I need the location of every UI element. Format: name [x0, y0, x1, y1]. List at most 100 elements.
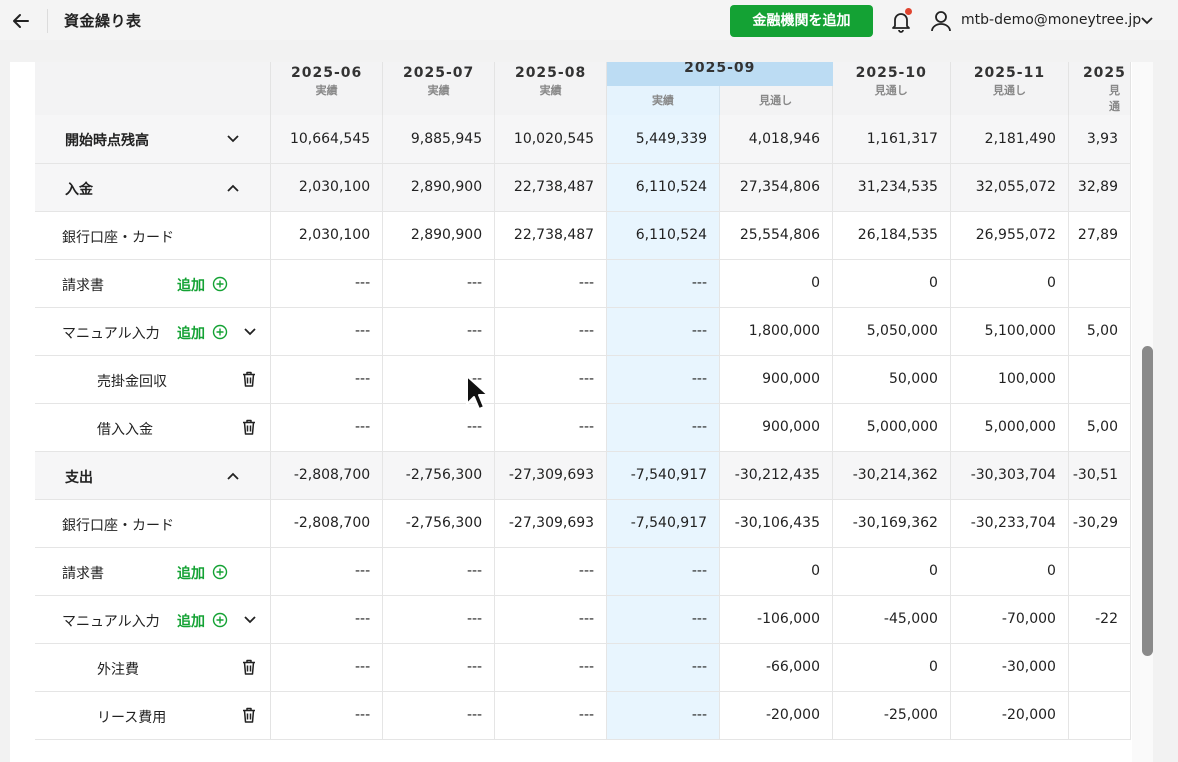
- user-email[interactable]: mtb-demo@moneytree.jp: [961, 12, 1141, 28]
- trash-icon[interactable]: [242, 707, 256, 723]
- value-cell: 2,890,900: [382, 211, 496, 260]
- value-cell: -2,808,700: [270, 499, 384, 548]
- value-cell: ---: [494, 643, 608, 692]
- value-cell: ---: [494, 547, 608, 596]
- plus-circle-icon[interactable]: [212, 564, 228, 580]
- row-label-cell: 銀行口座・カード: [35, 499, 272, 548]
- kind-label: 実績: [427, 84, 450, 97]
- value-cell: ---: [606, 259, 721, 308]
- value-cell: 1,800,000: [719, 307, 833, 356]
- chevron-down-icon[interactable]: [243, 325, 257, 339]
- value-cell: 5,000,000: [950, 403, 1069, 452]
- plus-circle-icon[interactable]: [212, 324, 228, 340]
- cashflow-table-container[interactable]: 2025-06 実績 2025-07 実績 2025-08 実績 2025-09 実績…: [35, 62, 1131, 762]
- value-cell: 0: [719, 259, 833, 308]
- value-cell: 5,449,339: [606, 115, 721, 164]
- value-cell: 27,89: [1068, 211, 1131, 260]
- value-cell: [1068, 355, 1131, 404]
- chevron-down-icon[interactable]: [243, 613, 257, 627]
- add-manual-link[interactable]: 追加: [177, 323, 205, 343]
- current-month-header: 2025-09 実績 見通し: [606, 62, 833, 115]
- header-row: 2025-06 実績 2025-07 実績 2025-08 実績 2025-09 実績…: [35, 62, 1131, 115]
- row-label: 請求書: [62, 565, 104, 582]
- value-cell: ---: [382, 403, 496, 452]
- row-label-cell: 請求書 追加: [35, 259, 272, 308]
- value-cell: -30,214,362: [832, 451, 951, 500]
- month-label: 2025-07: [402, 65, 475, 81]
- value-cell: 22,738,487: [494, 211, 608, 260]
- user-icon[interactable]: [930, 9, 952, 33]
- value-cell: ---: [606, 643, 721, 692]
- kind-label: 実績: [607, 86, 720, 115]
- value-cell: 27,354,806: [719, 163, 833, 212]
- plus-circle-icon[interactable]: [212, 276, 228, 292]
- value-cell: -66,000: [719, 643, 833, 692]
- value-cell: -2,756,300: [382, 499, 496, 548]
- add-invoice-link[interactable]: 追加: [177, 275, 205, 295]
- trash-icon[interactable]: [242, 419, 256, 435]
- add-invoice-link[interactable]: 追加: [177, 563, 205, 583]
- kind-label: 見通し: [874, 84, 908, 97]
- value-cell: -30,233,704: [950, 499, 1069, 548]
- table-row: 売掛金回収 --- --- --- --- 900,000 50,000 100…: [35, 355, 1131, 404]
- value-cell: ---: [382, 691, 496, 740]
- table-row: マニュアル入力 追加 --- --- --- --- -106,000 -45,…: [35, 595, 1131, 644]
- notification-dot: [905, 8, 912, 15]
- month-header: 2025-06 実績: [270, 62, 384, 115]
- value-cell: 2,890,900: [382, 163, 496, 212]
- value-cell: 0: [832, 547, 951, 596]
- trash-icon[interactable]: [242, 371, 256, 387]
- value-cell: ---: [270, 595, 384, 644]
- value-cell: ---: [382, 307, 496, 356]
- value-cell: 1,161,317: [832, 115, 951, 164]
- value-cell: -30,51: [1068, 451, 1131, 500]
- table-row: リース費用 --- --- --- --- -20,000 -25,000 -2…: [35, 691, 1131, 740]
- month-header: 2025-10 見通し: [832, 62, 951, 115]
- month-header: 2025-11 見通し: [950, 62, 1069, 115]
- value-cell: -27,309,693: [494, 499, 608, 548]
- value-cell: ---: [494, 307, 608, 356]
- header-divider: [47, 9, 48, 33]
- row-label: リース費用: [97, 709, 167, 726]
- chevron-up-icon[interactable]: [226, 181, 240, 195]
- table-row: マニュアル入力 追加 --- --- --- --- 1,800,000 5,0…: [35, 307, 1131, 356]
- value-cell: 0: [950, 547, 1069, 596]
- value-cell: 2,030,100: [270, 211, 384, 260]
- table-row: 銀行口座・カード 2,030,100 2,890,900 22,738,487 …: [35, 211, 1131, 260]
- add-bank-button[interactable]: 金融機関を追加: [730, 5, 873, 37]
- row-label-cell: 支出: [35, 451, 272, 500]
- plus-circle-icon[interactable]: [212, 612, 228, 628]
- value-cell: 9,885,945: [382, 115, 496, 164]
- value-cell: ---: [606, 595, 721, 644]
- value-cell: -20,000: [719, 691, 833, 740]
- value-cell: -22: [1068, 595, 1131, 644]
- month-label: 2025-06: [291, 65, 363, 81]
- value-cell: 5,100,000: [950, 307, 1069, 356]
- value-cell: [1068, 259, 1131, 308]
- chevron-down-icon[interactable]: [226, 132, 240, 146]
- value-cell: ---: [606, 547, 721, 596]
- chevron-up-icon[interactable]: [226, 469, 240, 483]
- scrollbar-thumb[interactable]: [1142, 346, 1153, 656]
- value-cell: -7,540,917: [606, 499, 721, 548]
- value-cell: -30,29: [1068, 499, 1131, 548]
- month-label: 2025-11: [973, 65, 1046, 81]
- value-cell: 26,184,535: [832, 211, 951, 260]
- value-cell: ---: [494, 691, 608, 740]
- value-cell: ---: [382, 355, 496, 404]
- add-manual-link[interactable]: 追加: [177, 611, 205, 631]
- month-header: 2025-07 実績: [382, 62, 496, 115]
- value-cell: -30,212,435: [719, 451, 833, 500]
- back-arrow-icon[interactable]: [10, 10, 32, 32]
- value-cell: [1068, 691, 1131, 740]
- value-cell: 0: [832, 643, 951, 692]
- value-cell: ---: [270, 691, 384, 740]
- trash-icon[interactable]: [242, 659, 256, 675]
- row-label: 開始時点残高: [65, 133, 149, 149]
- value-cell: 3,93: [1068, 115, 1131, 164]
- row-label-cell: 借入入金: [35, 403, 272, 452]
- value-cell: ---: [382, 643, 496, 692]
- chevron-down-icon[interactable]: [1140, 14, 1154, 28]
- kind-label: 見通し: [992, 84, 1026, 97]
- value-cell: -30,000: [950, 643, 1069, 692]
